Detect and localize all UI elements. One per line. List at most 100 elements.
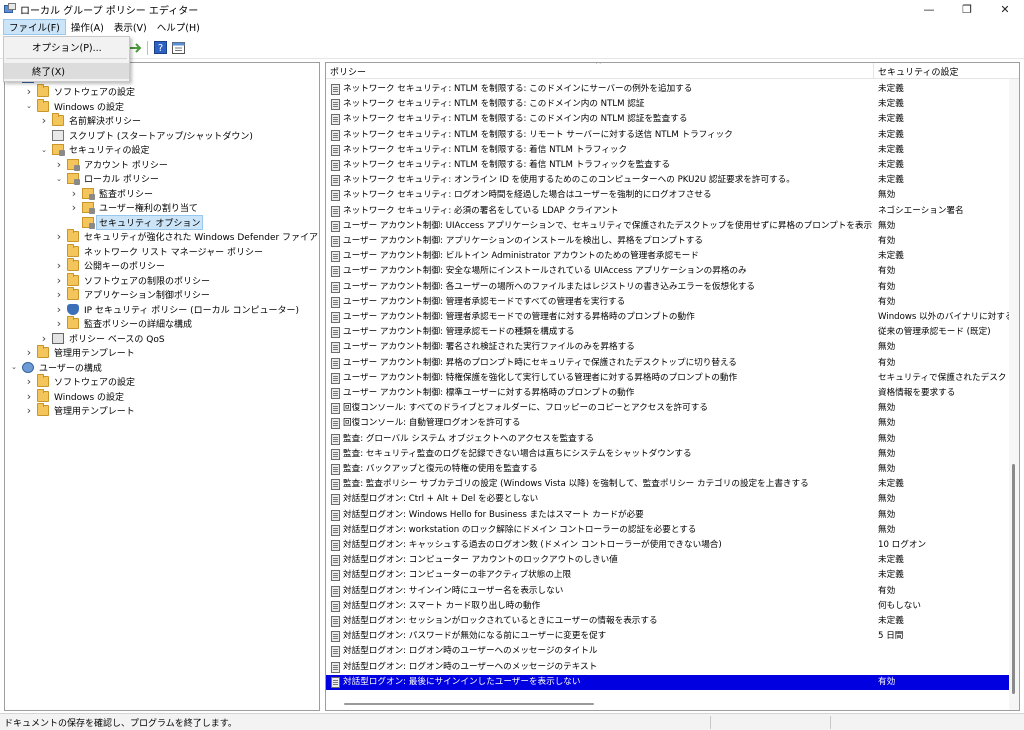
table-row[interactable]: ユーザー アカウント制御: 署名され検証された実行ファイルのみを昇格する 無効 (326, 340, 1009, 355)
chevron-right-icon[interactable]: › (54, 259, 64, 272)
properties-icon[interactable] (169, 39, 187, 57)
table-row[interactable]: ユーザー アカウント制御: 昇格のプロンプト時にセキュリティで保護されたデスクト… (326, 356, 1009, 371)
table-row[interactable]: ユーザー アカウント制御: アプリケーションのインストールを検出し、昇格をプロン… (326, 234, 1009, 249)
tree-pane[interactable]: ⌄コンピューターの構成›ソフトウェアの設定⌄Windows の設定›名前解決ポリ… (4, 62, 320, 711)
chevron-right-icon[interactable]: › (39, 332, 49, 345)
table-row[interactable]: ネットワーク セキュリティ: オンライン ID を使用するためのこのコンピュータ… (326, 173, 1009, 188)
tree-item[interactable]: › アカウント ポリシー (54, 157, 170, 171)
chevron-right-icon[interactable]: › (54, 158, 64, 171)
table-row[interactable]: ネットワーク セキュリティ: NTLM を制限する: このドメインにサーバーの例… (326, 82, 1009, 97)
tree-item[interactable]: › ソフトウェアの制限のポリシー (54, 272, 212, 287)
table-row[interactable]: ユーザー アカウント制御: 標準ユーザーに対する昇格時のプロンプトの動作 資格情報… (326, 386, 1009, 401)
table-row[interactable]: ネットワーク セキュリティ: NTLM を制限する: このドメイン内の NTLM… (326, 112, 1009, 127)
table-row[interactable]: 対話型ログオン: ログオン時のユーザーへのメッセージのタイトル (326, 644, 1009, 659)
chevron-right-icon[interactable]: › (69, 187, 79, 200)
chevron-down-icon[interactable]: ⌄ (9, 361, 19, 373)
menu-file[interactable]: ファイル(F) (3, 19, 66, 35)
help-icon[interactable]: ? (151, 39, 169, 57)
table-row[interactable]: ネットワーク セキュリティ: NTLM を制限する: リモート サーバーに対する… (326, 128, 1009, 143)
menu-action[interactable]: 操作(A) (66, 19, 109, 35)
table-row[interactable]: ユーザー アカウント制御: 特権保護を強化して実行している管理者に対する昇格時の… (326, 371, 1009, 386)
tree-item[interactable]: ネットワーク リスト マネージャー ポリシー (54, 243, 265, 258)
table-row[interactable]: 対話型ログオン: コンピューター アカウントのロックアウトのしきい値 未定義 (326, 553, 1009, 568)
table-row[interactable]: ユーザー アカウント制御: 管理者承認モードですべての管理者を実行する 有効 (326, 295, 1009, 310)
table-row[interactable]: ユーザー アカウント制御: 各ユーザーの場所へのファイルまたはレジストリの書き込… (326, 280, 1009, 295)
tree-item[interactable]: › 名前解決ポリシー (39, 113, 143, 128)
tree-item[interactable]: › ソフトウェアの設定 (24, 374, 137, 389)
tree-item[interactable]: ⌄ ユーザーの構成 (9, 360, 104, 374)
tree-item[interactable]: ⌄ セキュリティの設定 (39, 143, 151, 157)
menu-item-exit[interactable]: 終了(X) (4, 63, 129, 79)
table-row[interactable]: ネットワーク セキュリティ: NTLM を制限する: 着信 NTLM トラフィッ… (326, 158, 1009, 173)
tree-item[interactable]: ⌄ ローカル ポリシー (54, 172, 161, 186)
vertical-scrollbar[interactable] (1009, 79, 1019, 710)
table-row[interactable]: 対話型ログオン: コンピューターの非アクティブ状態の上限 未定義 (326, 568, 1009, 583)
chevron-right-icon[interactable]: › (54, 303, 64, 316)
table-row[interactable]: ユーザー アカウント制御: UIAccess アプリケーションで、セキュリティで… (326, 219, 1009, 234)
table-row[interactable]: 監査: 監査ポリシー サブカテゴリの設定 (Windows Vista 以降) … (326, 477, 1009, 492)
tree-item[interactable]: › ソフトウェアの設定 (24, 84, 137, 99)
table-row[interactable]: ネットワーク セキュリティ: NTLM を制限する: 着信 NTLM トラフィッ… (326, 143, 1009, 158)
chevron-right-icon[interactable]: › (54, 288, 64, 301)
policy-list-pane[interactable]: ^ ポリシー セキュリティの設定 ネットワーク セキュリティ: NTLM を制限… (325, 62, 1020, 711)
table-row[interactable]: 監査: バックアップと復元の特権の使用を監査する 無効 (326, 462, 1009, 477)
chevron-right-icon[interactable]: › (24, 85, 34, 98)
table-row[interactable]: 対話型ログオン: サインイン時にユーザー名を表示しない 有効 (326, 584, 1009, 599)
maximize-button[interactable]: ❐ (948, 0, 986, 18)
menu-help[interactable]: ヘルプ(H) (152, 19, 205, 35)
table-row[interactable]: 対話型ログオン: Ctrl + Alt + Del を必要としない 無効 (326, 492, 1009, 507)
chevron-down-icon[interactable]: ⌄ (39, 144, 49, 156)
tree-item[interactable]: › ポリシー ベースの QoS (39, 331, 167, 345)
horizontal-scrollbar[interactable] (344, 703, 594, 705)
column-header-policy[interactable]: ポリシー (326, 63, 874, 79)
chevron-right-icon[interactable]: › (69, 201, 79, 214)
table-row[interactable]: 監査: セキュリティ監査のログを記録できない場合は直ちにシステムをシャットダウン… (326, 447, 1009, 462)
close-button[interactable]: ✕ (986, 0, 1024, 18)
tree-item[interactable]: セキュリティ オプション (69, 214, 204, 230)
chevron-down-icon[interactable]: ⌄ (24, 100, 34, 112)
tree-item[interactable]: › セキュリティが強化された Windows Defender ファイアウォール (54, 229, 319, 244)
chevron-right-icon[interactable]: › (24, 404, 34, 417)
chevron-right-icon[interactable]: › (54, 317, 64, 330)
tree-item[interactable]: › 管理用テンプレート (24, 403, 137, 418)
table-row[interactable]: 対話型ログオン: workstation のロック解除にドメイン コントローラー… (326, 523, 1009, 538)
chevron-right-icon[interactable]: › (54, 230, 64, 243)
chevron-down-icon[interactable]: ⌄ (54, 173, 64, 185)
tree-item[interactable]: › 監査ポリシー (69, 186, 155, 200)
table-row[interactable]: ユーザー アカウント制御: 管理承認モードの種類を構成する 従来の管理承認モード … (326, 325, 1009, 340)
tree-item[interactable]: › 管理用テンプレート (24, 345, 137, 360)
minimize-button[interactable]: — (910, 0, 948, 18)
table-row[interactable]: 回復コンソール: すべてのドライブとフォルダーに、フロッピーのコピーとアクセスを… (326, 401, 1009, 416)
table-row[interactable]: ネットワーク セキュリティ: ログオン時間を経過した場合はユーザーを強制的にログ… (326, 188, 1009, 203)
chevron-right-icon[interactable]: › (24, 390, 34, 403)
menu-view[interactable]: 表示(V) (109, 19, 152, 35)
chevron-right-icon[interactable]: › (24, 346, 34, 359)
tree-item[interactable]: スクリプト (スタートアップ/シャットダウン) (39, 128, 255, 142)
column-header-setting[interactable]: セキュリティの設定 (874, 63, 1009, 79)
table-row[interactable]: 対話型ログオン: パスワードが無効になる前にユーザーに変更を促す 5 日間 (326, 629, 1009, 644)
table-row[interactable]: 対話型ログオン: キャッシュする過去のログオン数 (ドメイン コントローラーが使… (326, 538, 1009, 553)
table-row[interactable]: ネットワーク セキュリティ: NTLM を制限する: このドメイン内の NTLM… (326, 97, 1009, 112)
table-row[interactable]: ユーザー アカウント制御: 安全な場所にインストールされている UIAccess… (326, 264, 1009, 279)
table-row[interactable]: 対話型ログオン: Windows Hello for Business またはス… (326, 508, 1009, 523)
table-row[interactable]: 対話型ログオン: ログオン時のユーザーへのメッセージのテキスト (326, 660, 1009, 675)
tree-item[interactable]: › IP セキュリティ ポリシー (ローカル コンピューター) (54, 302, 301, 316)
table-row[interactable]: ユーザー アカウント制御: 管理者承認モードでの管理者に対する昇格時のプロンプト… (326, 310, 1009, 325)
table-row[interactable]: ネットワーク セキュリティ: 必須の署名をしている LDAP クライアント ネゴシ… (326, 204, 1009, 219)
chevron-right-icon[interactable]: › (54, 274, 64, 287)
table-row[interactable]: 対話型ログオン: スマート カード取り出し時の動作 何もしない (326, 599, 1009, 614)
table-row[interactable]: 対話型ログオン: 最後にサインインしたユーザーを表示しない 有効 (326, 674, 1009, 690)
table-row[interactable]: ユーザー アカウント制御: ビルトイン Administrator アカウントの… (326, 249, 1009, 264)
chevron-right-icon[interactable]: › (39, 114, 49, 127)
tree-item[interactable]: › アプリケーション制御ポリシー (54, 287, 212, 302)
tree-item[interactable]: › ユーザー権利の割り当て (69, 201, 200, 215)
chevron-right-icon[interactable]: › (24, 375, 34, 388)
table-row[interactable]: 監査: グローバル システム オブジェクトへのアクセスを監査する 無効 (326, 432, 1009, 447)
table-row[interactable]: 回復コンソール: 自動管理ログオンを許可する 無効 (326, 416, 1009, 431)
scrollbar-thumb[interactable] (1012, 464, 1015, 694)
tree-item[interactable]: › 公開キーのポリシー (54, 258, 167, 273)
tree-item[interactable]: ⌄ Windows の設定 (24, 98, 126, 113)
tree-item[interactable]: › Windows の設定 (24, 388, 126, 403)
tree-item[interactable]: › 監査ポリシーの詳細な構成 (54, 316, 194, 331)
menu-item-options[interactable]: オプション(P)... (4, 39, 129, 55)
